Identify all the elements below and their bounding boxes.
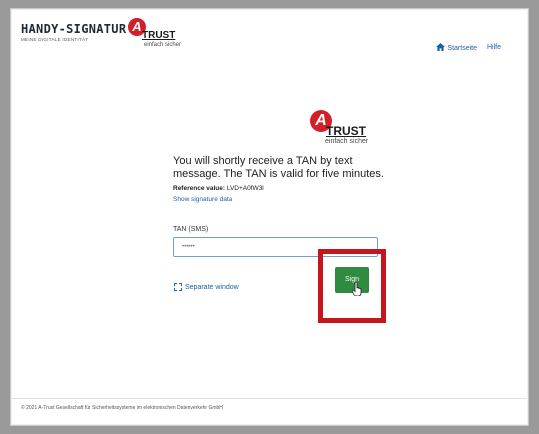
a-trust-logo-tagline: einfach sicher <box>144 42 182 48</box>
separate-window-label: Separate window <box>185 283 239 291</box>
sign-highlight-box <box>318 249 386 323</box>
a-trust-logo-word: TRUST <box>142 30 176 41</box>
separate-window-link[interactable]: Separate window <box>174 283 239 291</box>
brand-logo: HANDY-SIGNATUR MEINE DIGITALE IDENTITÄT <box>21 22 126 42</box>
reference-value: Reference value: LVD+A0fW3l <box>173 185 393 192</box>
top-nav: Startseite Hilfe <box>436 43 501 52</box>
tan-info: You will shortly receive a TAN by text m… <box>173 155 393 203</box>
tan-message: You will shortly receive a TAN by text m… <box>173 155 384 180</box>
reference-label: Reference value: <box>173 185 226 192</box>
brand-subtitle: MEINE DIGITALE IDENTITÄT <box>21 37 89 42</box>
nav-home-label: Startseite <box>447 45 477 52</box>
tan-label: TAN (SMS) <box>173 226 209 233</box>
reference-code: LVD+A0fW3l <box>226 185 264 192</box>
a-trust-logo: A TRUST einfach sicher <box>128 18 188 48</box>
brand-title: HANDY-SIGNATUR <box>21 22 127 36</box>
nav-help-link[interactable]: Hilfe <box>487 44 501 51</box>
a-trust-logo-large: A TRUST einfach sicher <box>310 110 380 148</box>
window-icon <box>174 283 182 291</box>
nav-home-link[interactable]: Startseite <box>436 43 477 52</box>
signature-page: HANDY-SIGNATUR MEINE DIGITALE IDENTITÄT … <box>12 10 527 424</box>
home-icon <box>436 43 446 51</box>
footer-divider <box>12 398 527 399</box>
a-trust-logo-large-tagline: einfach sicher <box>325 138 369 145</box>
show-signature-data-link[interactable]: Show signature data <box>173 196 393 203</box>
footer-copyright: © 2021 A-Trust Gesellschaft für Sicherhe… <box>21 405 223 411</box>
a-trust-logo-large-word: TRUST <box>326 124 366 138</box>
